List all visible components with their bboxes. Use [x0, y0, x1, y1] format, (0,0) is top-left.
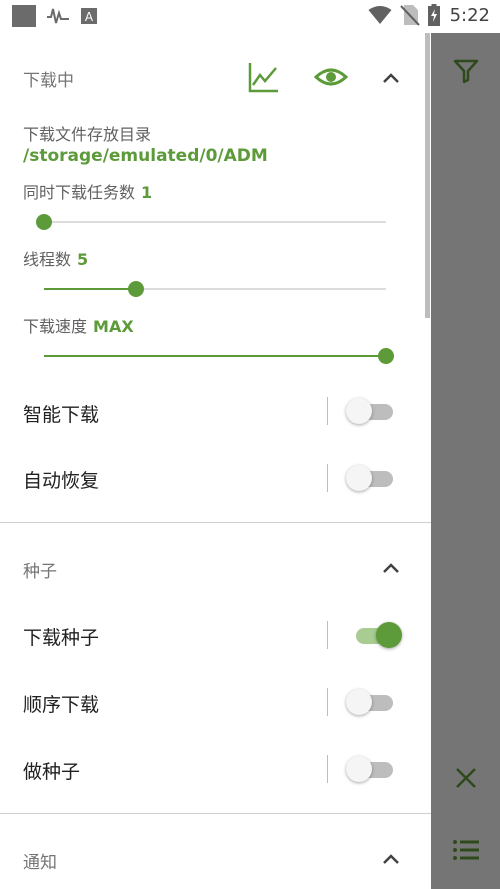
divider — [327, 464, 328, 492]
status-time: 5:22 — [449, 4, 490, 26]
speed-value: MAX — [93, 317, 134, 336]
close-button[interactable] — [448, 760, 484, 796]
chart-icon[interactable] — [247, 60, 281, 94]
seeding-label: 做种子 — [23, 761, 81, 783]
list-button[interactable] — [448, 832, 484, 868]
filter-icon — [453, 59, 479, 84]
slider-thumb[interactable] — [36, 214, 52, 230]
divider — [327, 688, 328, 716]
sequential-download-label: 顺序下载 — [23, 694, 100, 716]
filter-button[interactable] — [448, 53, 484, 89]
svg-text:A: A — [85, 10, 94, 24]
download-dir-label: 下载文件存放目录 — [23, 125, 152, 144]
section-title-downloading: 下载中 — [23, 71, 74, 91]
no-sim-icon — [399, 5, 420, 26]
scrollbar-thumb[interactable] — [425, 33, 430, 318]
download-dir-path[interactable]: /storage/emulated/0/ADM — [23, 146, 268, 166]
slider-thumb[interactable] — [378, 348, 394, 364]
threads-text: 线程数 — [23, 250, 72, 269]
chevron-up-icon[interactable] — [378, 846, 404, 872]
smart-download-label: 智能下载 — [23, 404, 100, 426]
concurrent-tasks-label: 同时下载任务数 1 — [23, 179, 152, 203]
divider — [327, 755, 328, 783]
app-square-icon — [12, 5, 36, 27]
divider — [327, 621, 328, 649]
threads-label: 线程数 5 — [23, 246, 88, 270]
battery-charging-icon — [427, 4, 440, 26]
concurrent-tasks-slider[interactable] — [36, 212, 386, 232]
divider — [327, 397, 328, 425]
slider-thumb[interactable] — [128, 281, 145, 297]
section-title-torrent: 种子 — [23, 562, 57, 582]
section-title-notification: 通知 — [23, 853, 57, 873]
threads-slider[interactable] — [44, 279, 386, 299]
right-sidebar — [431, 33, 500, 889]
concurrent-tasks-value: 1 — [141, 183, 153, 202]
close-icon — [456, 768, 476, 788]
chevron-up-icon[interactable] — [378, 65, 404, 91]
sequential-download-switch[interactable] — [346, 688, 396, 716]
section-divider — [0, 813, 431, 814]
concurrent-tasks-text: 同时下载任务数 — [23, 183, 136, 202]
settings-drawer: 下载中 下载文件存放目录 /storage/emulated/0/ADM 同时下… — [0, 33, 431, 889]
section-divider — [0, 522, 431, 523]
seeding-switch[interactable] — [346, 755, 396, 783]
speed-label: 下载速度 MAX — [23, 313, 134, 337]
speed-text: 下载速度 — [23, 317, 88, 336]
a-box-icon: A — [81, 8, 97, 24]
list-icon — [453, 840, 479, 860]
auto-resume-label: 自动恢复 — [23, 470, 100, 492]
eye-icon[interactable] — [314, 60, 348, 94]
speed-slider[interactable] — [44, 346, 394, 366]
chevron-up-icon[interactable] — [378, 555, 404, 581]
download-torrent-label: 下载种子 — [23, 627, 100, 649]
status-bar: A 5:22 — [0, 0, 500, 33]
activity-icon — [47, 8, 69, 24]
smart-download-switch[interactable] — [346, 397, 396, 425]
wifi-icon — [368, 6, 392, 24]
download-torrent-switch[interactable] — [346, 621, 402, 649]
threads-value: 5 — [77, 250, 89, 269]
auto-resume-switch[interactable] — [346, 464, 396, 492]
